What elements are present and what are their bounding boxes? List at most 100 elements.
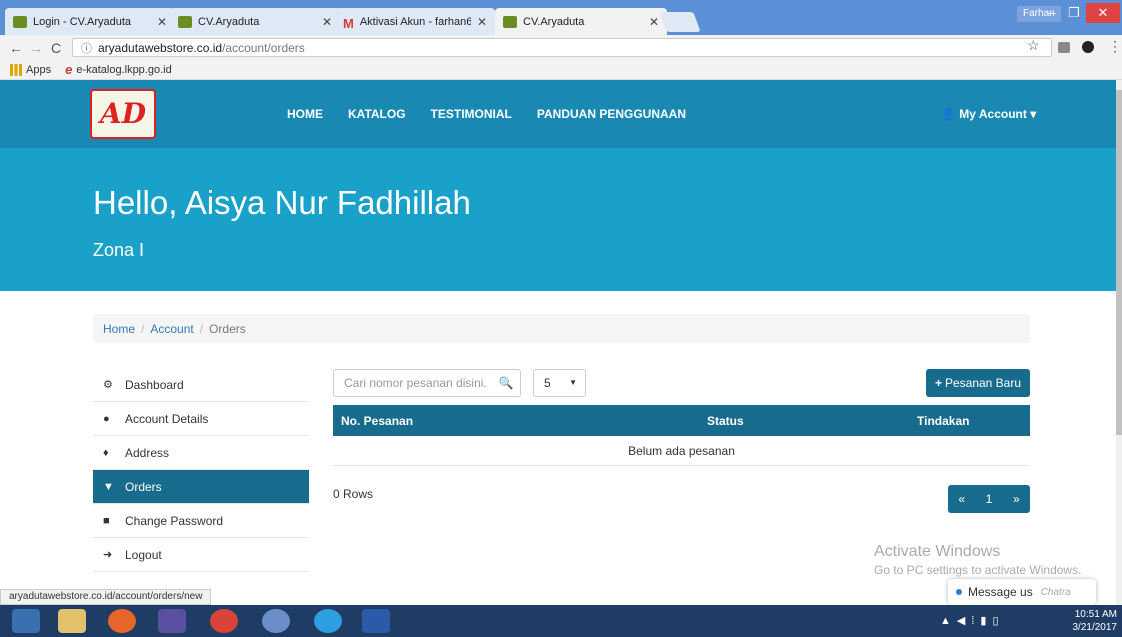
sidebar-item-label: Logout — [125, 547, 162, 562]
per-page-select[interactable]: 5 ▼ — [533, 369, 586, 397]
info-icon[interactable]: ⓘ — [81, 40, 92, 56]
chrome-icon[interactable] — [210, 609, 238, 633]
sidebar-item-address[interactable]: ♦ Address — [93, 436, 309, 470]
breadcrumb-current: Orders — [209, 321, 246, 336]
system-tray[interactable]: ▲◀⁞▮▯ — [940, 614, 1005, 627]
chat-widget-button[interactable]: Message us Chatra — [948, 579, 1096, 605]
url-host: aryadutawebstore.co.id — [98, 40, 223, 55]
scrollbar-thumb[interactable] — [1116, 90, 1122, 435]
sidebar-item-orders[interactable]: ▼ Orders — [93, 470, 309, 504]
watermark-subtitle: Go to PC settings to activate Windows. — [874, 563, 1082, 577]
site-navbar: AD HOME KATALOG TESTIMONIAL PANDUAN PENG… — [0, 80, 1116, 148]
internet-explorer-icon[interactable] — [314, 609, 342, 633]
nav-testimonial[interactable]: TESTIMONIAL — [431, 107, 512, 121]
breadcrumb: Home / Account / Orders — [93, 314, 1030, 343]
close-icon[interactable]: ✕ — [477, 15, 487, 29]
close-icon[interactable]: ✕ — [157, 15, 167, 29]
taskbar-clock[interactable]: 10:51 AM 3/21/2017 — [1069, 608, 1118, 634]
table-header: No. Pesanan Status Tindakan — [333, 405, 1030, 436]
address-bar: ← → C ⓘ aryadutawebstore.co.id/account/o… — [0, 35, 1122, 60]
close-icon[interactable]: ✕ — [649, 15, 659, 29]
sidebar-item-account-details[interactable]: ● Account Details — [93, 402, 309, 436]
user-icon: 👤 — [941, 107, 956, 121]
search-icon[interactable]: 🔍 — [492, 376, 520, 390]
url-path: /account/orders — [222, 40, 305, 55]
chat-brand: Chatra — [1040, 586, 1071, 598]
watermark-title: Activate Windows — [874, 543, 1001, 560]
bookmark-star-icon[interactable]: ☆ — [1027, 37, 1040, 54]
windows-taskbar: ▲◀⁞▮▯ 10:51 AM 3/21/2017 — [0, 605, 1122, 637]
sidebar-item-label: Account Details — [125, 411, 209, 426]
pagination-page[interactable]: 1 — [986, 492, 993, 506]
pagination: « 1 » — [948, 485, 1030, 513]
column-header-status: Status — [707, 414, 744, 428]
site-favicon-icon — [503, 15, 517, 28]
order-search: 🔍 — [333, 369, 521, 397]
url-input[interactable]: ⓘ aryadutawebstore.co.id/account/orders — [72, 38, 1052, 57]
reload-icon[interactable]: C — [46, 40, 66, 56]
tab-login[interactable]: Login - CV.Aryaduta ✕ — [5, 8, 175, 35]
sidebar-item-change-password[interactable]: ■ Change Password — [93, 504, 309, 538]
nav-home[interactable]: HOME — [287, 107, 323, 121]
bookmark-apps[interactable]: Apps — [26, 64, 51, 76]
webpage: AD HOME KATALOG TESTIMONIAL PANDUAN PENG… — [0, 80, 1116, 605]
empty-table-message: Belum ada pesanan — [333, 436, 1030, 466]
account-sidebar: ⚙ Dashboard ● Account Details ♦ Address … — [93, 368, 309, 572]
main-nav: HOME KATALOG TESTIMONIAL PANDUAN PENGGUN… — [287, 107, 686, 121]
gmail-icon: M — [343, 15, 354, 31]
tab-aryaduta[interactable]: CV.Aryaduta ✕ — [170, 8, 340, 35]
breadcrumb-separator: / — [141, 321, 145, 336]
sidebar-item-logout[interactable]: ➜ Logout — [93, 538, 309, 572]
extension-icon[interactable] — [1058, 42, 1070, 53]
close-icon[interactable]: ✕ — [322, 15, 332, 29]
tab-gmail[interactable]: M Aktivasi Akun - farhan68 ✕ — [335, 8, 495, 35]
online-dot-icon — [956, 589, 962, 595]
pagination-next[interactable]: » — [1013, 492, 1020, 506]
new-tab-button[interactable] — [659, 12, 701, 32]
breadcrumb-account[interactable]: Account — [150, 322, 193, 336]
site-favicon-icon — [178, 15, 192, 28]
my-account-menu[interactable]: 👤 My Account ▾ — [941, 107, 1036, 121]
sidebar-item-label: Address — [125, 445, 170, 460]
sidebar-item-label: Dashboard — [125, 377, 184, 392]
my-account-label: My Account — [959, 107, 1027, 121]
dashboard-icon: ⚙ — [103, 379, 113, 391]
clock-date: 3/21/2017 — [1072, 622, 1118, 633]
orders-table: No. Pesanan Status Tindakan Belum ada pe… — [333, 405, 1030, 466]
page-scrollbar[interactable] — [1116, 80, 1122, 605]
windows-start-icon[interactable] — [12, 609, 40, 633]
caret-down-icon: ▼ — [569, 378, 577, 387]
file-explorer-icon[interactable] — [58, 609, 86, 633]
word-icon[interactable] — [362, 609, 390, 633]
column-header-no: No. Pesanan — [341, 414, 414, 428]
hero-banner: Hello, Aisya Nur Fadhillah Zona I — [0, 148, 1116, 291]
pagination-prev[interactable]: « — [958, 492, 965, 506]
site-logo[interactable]: AD — [90, 89, 156, 139]
back-arrow-icon[interactable]: ← — [6, 40, 26, 56]
forward-arrow-icon[interactable]: → — [26, 40, 46, 56]
tab-aryaduta-active[interactable]: CV.Aryaduta ✕ — [495, 8, 667, 35]
extension-icon[interactable] — [1082, 41, 1094, 53]
plus-icon: + — [934, 376, 942, 390]
network-app-icon[interactable] — [262, 609, 290, 633]
bookmark-ekatalog[interactable]: e-katalog.lkpp.go.id — [76, 64, 171, 76]
firefox-icon[interactable] — [108, 609, 136, 633]
nav-katalog[interactable]: KATALOG — [348, 107, 406, 121]
breadcrumb-separator: / — [199, 321, 204, 336]
order-search-input[interactable] — [334, 376, 492, 390]
restore-icon[interactable]: ❐ — [1060, 3, 1088, 23]
sidebar-item-dashboard[interactable]: ⚙ Dashboard — [93, 368, 309, 402]
new-order-button[interactable]: + Pesanan Baru — [926, 369, 1030, 397]
browser-tab-strip: Login - CV.Aryaduta ✕ CV.Aryaduta ✕ M Ak… — [0, 0, 1122, 35]
apps-grid-icon[interactable] — [10, 63, 22, 76]
breadcrumb-home[interactable]: Home — [103, 322, 135, 336]
browser-menu-icon[interactable]: ⋮ — [1108, 38, 1122, 55]
per-page-value: 5 — [544, 376, 551, 390]
nav-panduan[interactable]: PANDUAN PENGGUNAAN — [537, 107, 686, 121]
ie-bookmark-icon: e — [65, 62, 73, 77]
tab-label: CV.Aryaduta — [523, 15, 585, 28]
media-player-icon[interactable] — [158, 609, 186, 633]
logout-icon: ➜ — [103, 549, 113, 561]
window-close-icon[interactable]: ✕ — [1086, 3, 1120, 23]
link-status-bar: aryadutawebstore.co.id/account/orders/ne… — [0, 589, 212, 605]
